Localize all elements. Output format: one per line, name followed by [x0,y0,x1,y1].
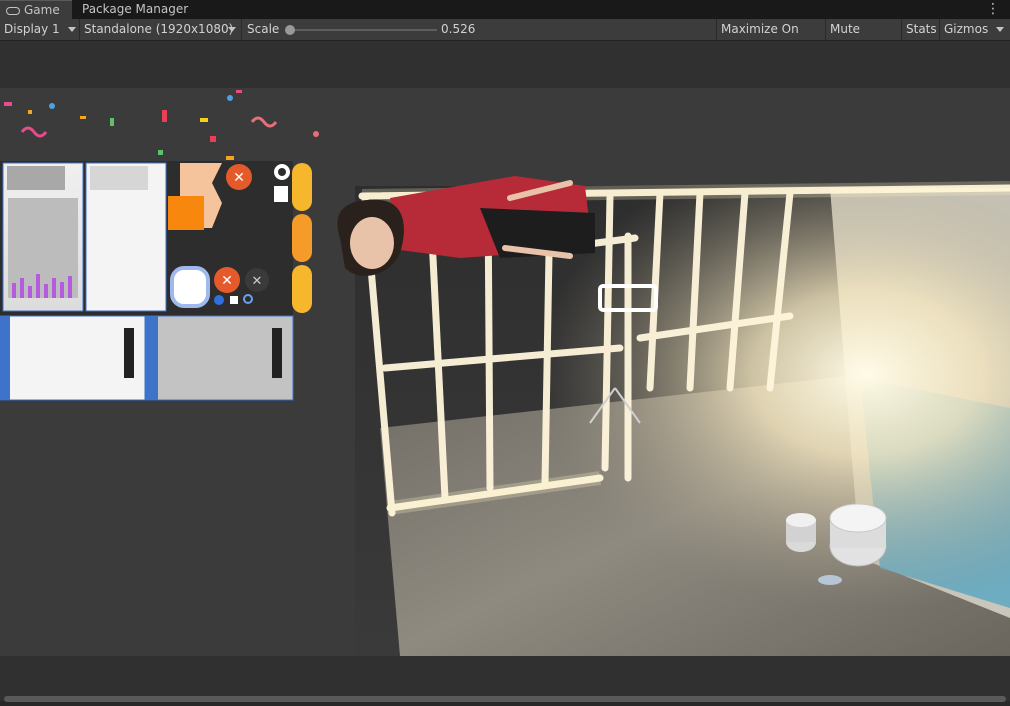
mute-audio-button[interactable]: Mute Audio [826,19,902,57]
game-view[interactable]: ✕ ✕ ✕ [0,88,1010,656]
tab-game[interactable]: Game [0,0,72,19]
scale-value: 0.526 [441,22,476,36]
tab-package-manager-label: Package Manager [82,2,189,16]
chevron-down-icon [68,27,76,32]
resolution-label: Standalone (1920x1080) [84,22,234,36]
maximize-on-play-button[interactable]: Maximize On Play [716,19,826,57]
svg-text:✕: ✕ [221,273,233,289]
tab-game-label: Game [24,3,60,17]
game-toolbar: Display 1 Standalone (1920x1080) Scale 0… [0,19,1010,57]
scale-slider-thumb[interactable] [285,25,295,35]
gizmos-dropdown[interactable]: Gizmos [940,19,1010,40]
horizontal-scrollbar[interactable] [4,696,1006,702]
scale-label: Scale [247,22,280,36]
scale-slider-track[interactable] [289,29,437,31]
tab-bar: Game Package Manager ⋮ [0,0,1010,19]
gamepad-icon [6,7,20,15]
chevron-down-icon [996,27,1004,32]
tab-package-manager[interactable]: Package Manager [74,0,210,19]
stats-button[interactable]: Stats [902,19,940,40]
display-label: Display 1 [4,22,60,36]
chevron-down-icon [228,27,236,32]
resolution-dropdown[interactable]: Standalone (1920x1080) [80,19,242,40]
svg-text:✕: ✕ [252,274,263,289]
display-dropdown[interactable]: Display 1 [0,19,80,40]
more-options-icon[interactable]: ⋮ [986,0,1000,18]
game-render: ✕ ✕ ✕ [0,90,1010,656]
svg-text:✕: ✕ [233,170,245,186]
gizmos-label: Gizmos [944,22,989,36]
